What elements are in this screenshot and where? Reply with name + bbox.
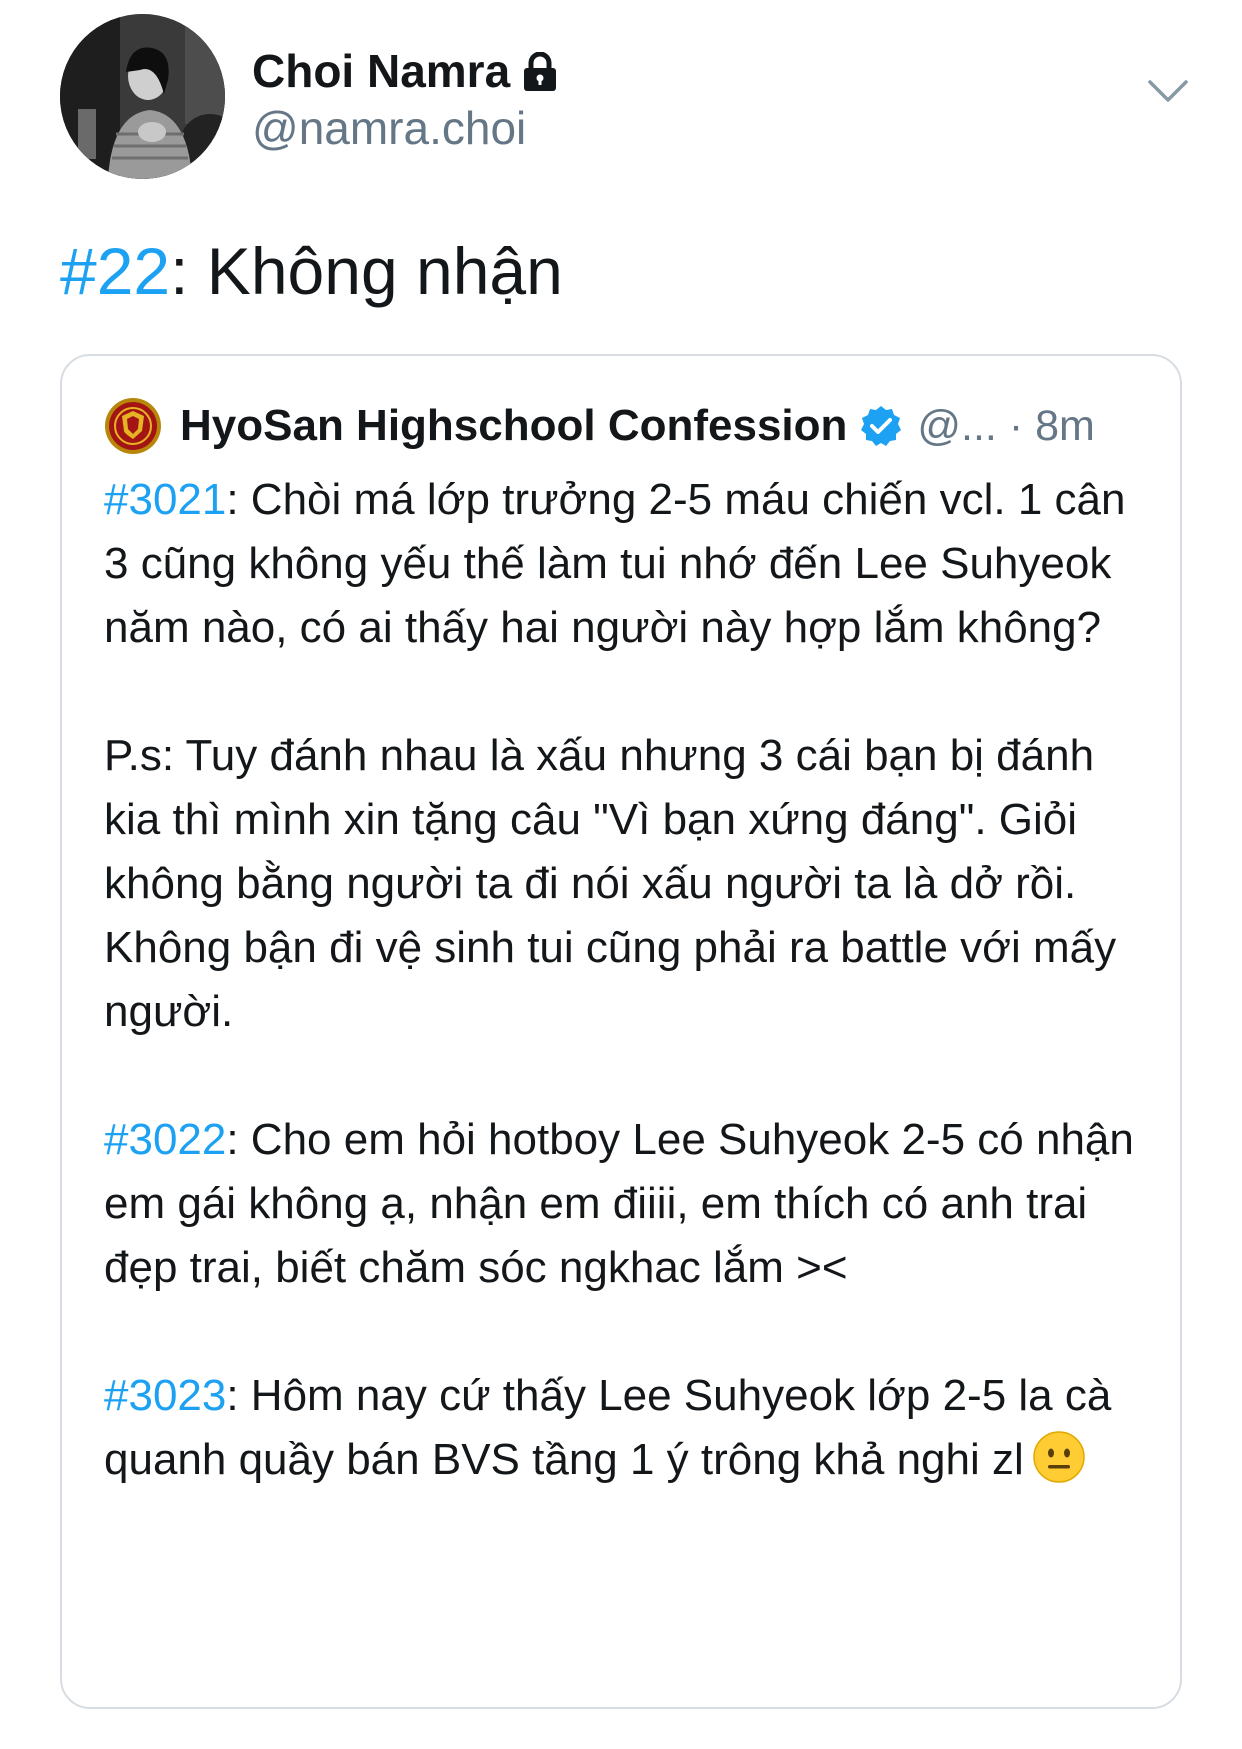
tweet-hashtag[interactable]: #22 xyxy=(60,234,170,308)
quoted-handle-time: @... · 8m xyxy=(917,401,1095,450)
quoted-text-3: : Cho em hỏi hotboy Lee Suhyeok 2-5 có n… xyxy=(104,1115,1134,1292)
author-name-row[interactable]: Choi Namra xyxy=(252,44,558,99)
author-handle[interactable]: @namra.choi xyxy=(252,101,558,156)
chevron-down-icon[interactable] xyxy=(1146,76,1190,106)
author-name[interactable]: Choi Namra xyxy=(252,44,510,99)
verified-badge-icon xyxy=(861,406,902,446)
quoted-paragraph-2: P.s: Tuy đánh nhau là xấu nhưng 3 cái bạ… xyxy=(104,724,1144,1044)
quoted-paragraph-1: #3021: Chòi má lớp trưởng 2-5 máu chiến … xyxy=(104,468,1144,660)
quoted-text-1: : Chòi má lớp trưởng 2-5 máu chiến vcl. … xyxy=(104,475,1126,652)
quoted-text-2: P.s: Tuy đánh nhau là xấu nhưng 3 cái bạ… xyxy=(104,731,1117,1036)
school-crest-icon xyxy=(105,398,161,454)
quoted-tweet-header: HyoSan Highschool Confession @... · 8m xyxy=(104,396,1142,456)
author-info: Choi Namra @namra.choi xyxy=(252,44,558,156)
quoted-hashtag-3022[interactable]: #3022 xyxy=(104,1115,226,1164)
author-avatar[interactable] xyxy=(60,14,225,179)
quoted-paragraph-3: #3022: Cho em hỏi hotboy Lee Suhyeok 2-5… xyxy=(104,1108,1144,1300)
tweet-header: Choi Namra @namra.choi xyxy=(60,14,1190,179)
quoted-hashtag-3021[interactable]: #3021 xyxy=(104,475,226,524)
quoted-paragraph-4: #3023: Hôm nay cứ thấy Lee Suhyeok lớp 2… xyxy=(104,1364,1144,1492)
quoted-text-4: : Hôm nay cứ thấy Lee Suhyeok lớp 2-5 la… xyxy=(104,1371,1112,1484)
quoted-tweet-card[interactable]: HyoSan Highschool Confession @... · 8m #… xyxy=(60,354,1182,1709)
quoted-author-name[interactable]: HyoSan Highschool Confession xyxy=(180,401,847,451)
quoted-tweet-body: #3021: Chòi má lớp trưởng 2-5 máu chiến … xyxy=(104,468,1144,1492)
lock-icon xyxy=(524,51,557,91)
quoted-hashtag-3023[interactable]: #3023 xyxy=(104,1371,226,1420)
tweet-body: : Không nhận xyxy=(170,234,563,308)
neutral-face-emoji-icon xyxy=(1033,1431,1085,1483)
tweet-text: #22: Không nhận xyxy=(60,232,563,311)
